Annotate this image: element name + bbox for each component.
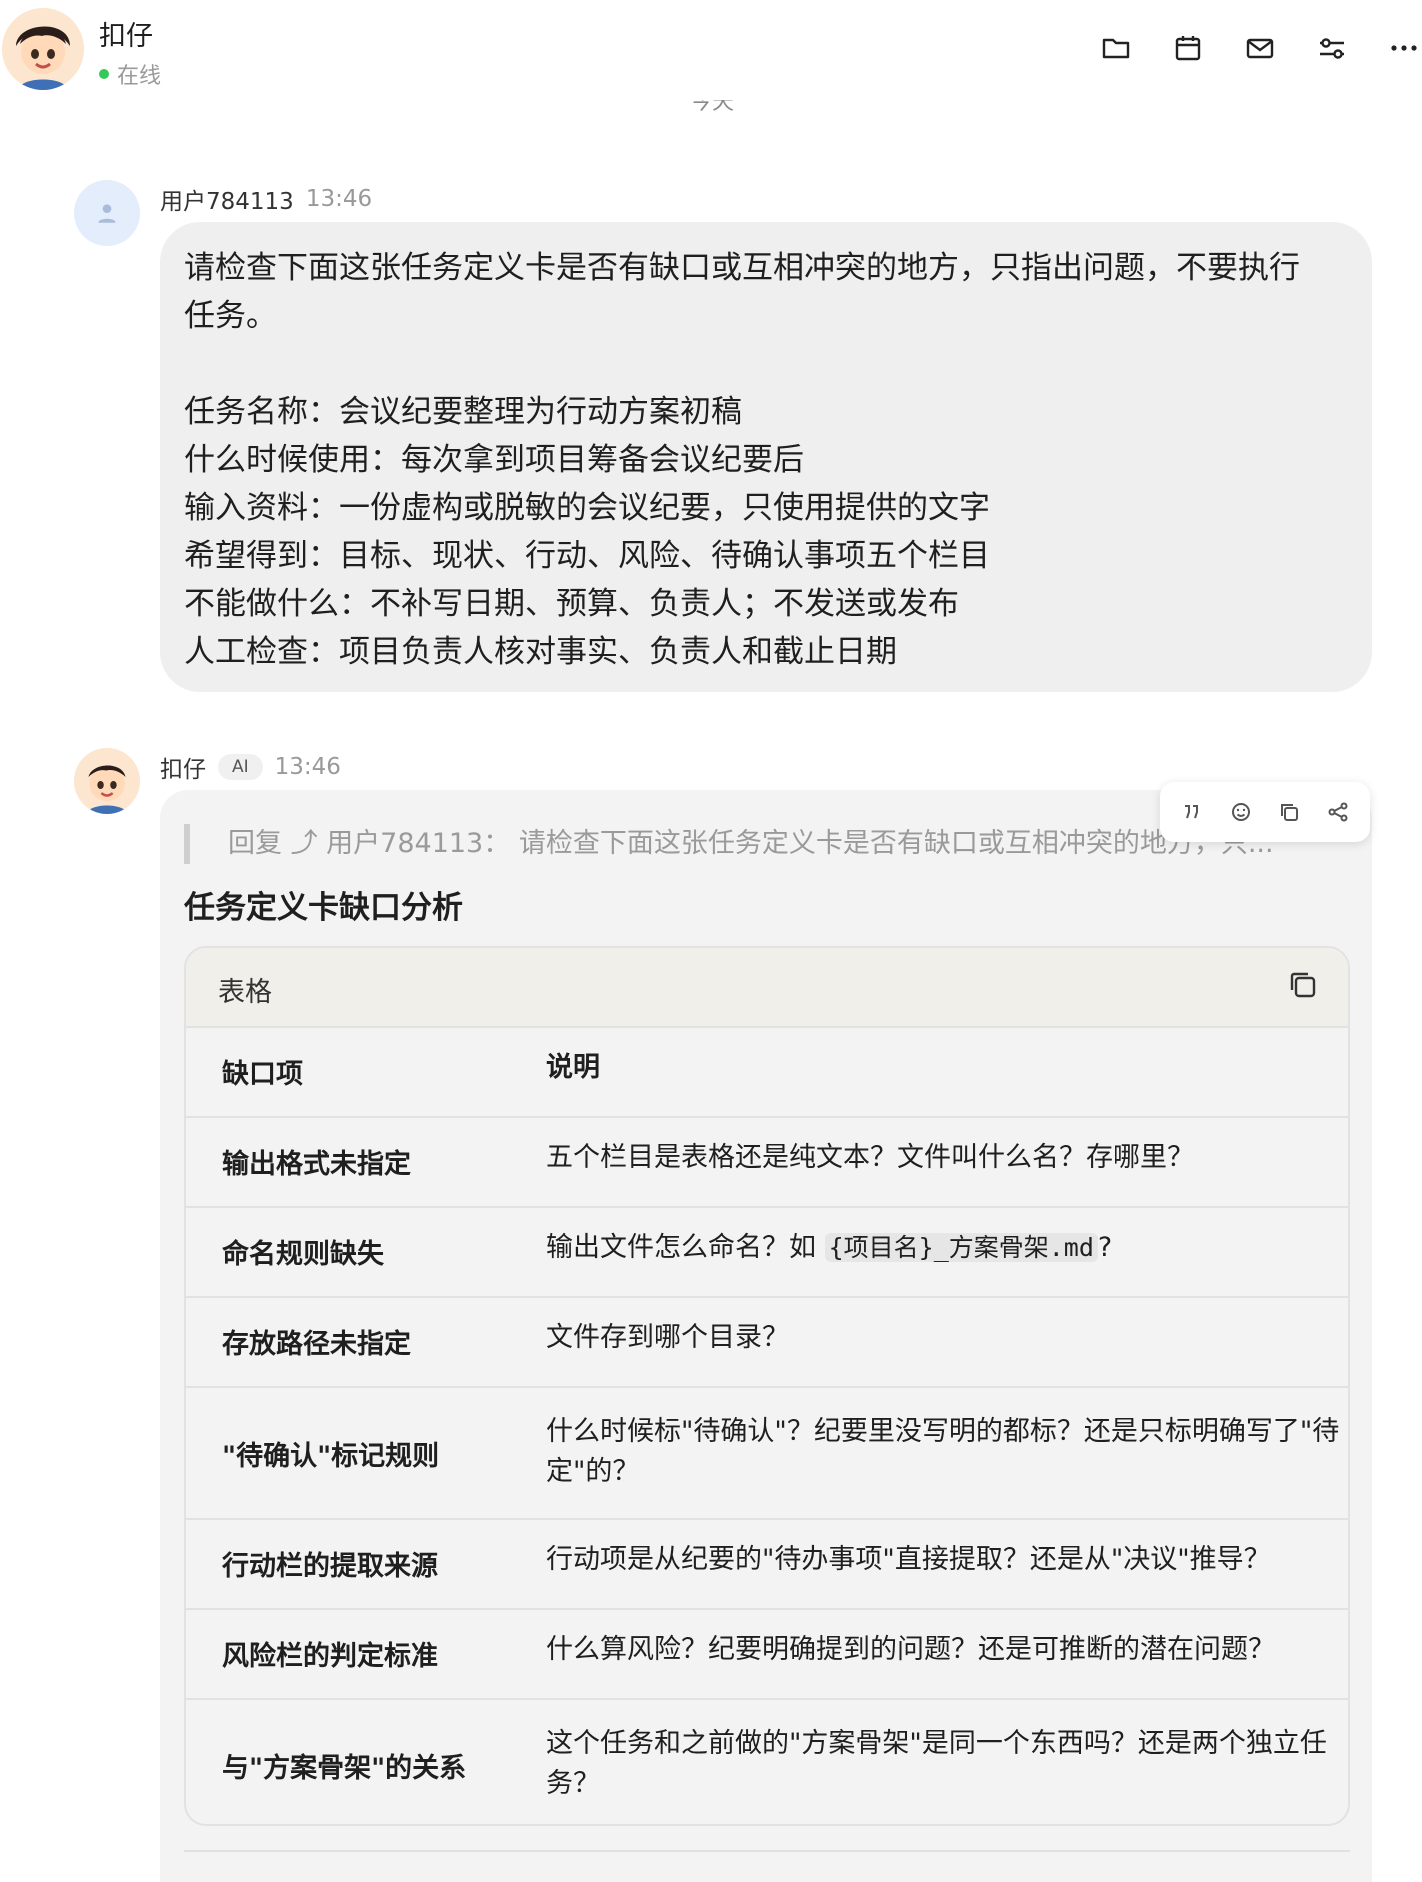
gap-description: 这个任务和之前做的"方案骨架"是同一个东西吗？还是两个独立任务？ (546, 1728, 1327, 1799)
table-header-row: 缺口项 说明 (186, 1028, 1348, 1118)
desc-text: ? (1097, 1232, 1113, 1263)
gap-item: 风险栏的判定标准 (222, 1641, 438, 1672)
gap-item: 行动栏的提取来源 (222, 1551, 438, 1582)
gap-item: 存放路径未指定 (222, 1329, 411, 1360)
share-icon (1328, 802, 1348, 822)
user-message-meta: 用户784113 13:46 (160, 182, 372, 216)
table-row: 输出格式未指定 五个栏目是表格还是纯文本？文件叫什么名？存哪里？ (186, 1118, 1348, 1208)
message-gap (184, 340, 1348, 388)
gap-item: 与"方案骨架"的关系 (222, 1753, 467, 1784)
divider (184, 1850, 1350, 1852)
mail-button[interactable] (1242, 30, 1278, 66)
table-row: 与"方案骨架"的关系 这个任务和之前做的"方案骨架"是同一个东西吗？还是两个独立… (186, 1700, 1348, 1824)
gap-table: 表格 缺口项 说明 输出格式未指定 五个栏目是表格还是纯文本？文件叫什么名？存哪… (184, 946, 1350, 1826)
table-row: 命名规则缺失 输出文件怎么命名？如 {项目名}_方案骨架.md? (186, 1208, 1348, 1298)
table-header-bar: 表格 (186, 948, 1348, 1028)
message-line: 不能做什么：不补写日期、预算、负责人；不发送或发布 (184, 586, 959, 622)
settings-button[interactable] (1314, 30, 1350, 66)
message-line: 任务名称：会议纪要整理为行动方案初稿 (184, 394, 742, 430)
share-button[interactable] (1322, 796, 1354, 828)
message-line: 人工检查：项目负责人核对事实、负责人和截止日期 (184, 634, 897, 670)
gap-item: "待确认"标记规则 (222, 1441, 440, 1472)
quote-button[interactable] (1176, 796, 1208, 828)
settings-icon (1320, 38, 1344, 59)
message-actions (1160, 782, 1370, 842)
gap-description: 输出文件怎么命名？如 {项目名}_方案骨架.md? (546, 1228, 1348, 1268)
column-header: 说明 (546, 1052, 600, 1083)
message-line: 希望得到：目标、现状、行动、风险、待确认事项五个栏目 (184, 538, 990, 574)
agent-avatar[interactable] (2, 8, 84, 90)
message-line: 什么时候使用：每次拿到项目筹备会议纪要后 (184, 442, 804, 478)
online-dot (99, 69, 109, 79)
column-header: 缺口项 (222, 1059, 303, 1090)
react-button[interactable] (1225, 796, 1257, 828)
ai-message-card: 回复 ⤴ 用户784113： 请检查下面这张任务定义卡是否有缺口或互相冲突的地方… (160, 790, 1372, 1882)
calendar-button[interactable] (1170, 30, 1206, 66)
gap-description: 什么时候标"待确认"？纪要里没写明的都标？还是只标明确写了"待定"的？ (546, 1416, 1340, 1487)
status-indicator: 在线 (99, 58, 161, 90)
agent-name: 扣仔 (99, 21, 153, 52)
mail-icon (1246, 38, 1274, 59)
copy-icon (1281, 804, 1299, 821)
status-text: 在线 (117, 64, 162, 89)
user-message-bubble: 请检查下面这张任务定义卡是否有缺口或互相冲突的地方，只指出问题，不要执行 任务。… (160, 222, 1372, 692)
quote-icon (1185, 805, 1199, 819)
more-button[interactable] (1386, 30, 1422, 66)
user-message-time: 13:46 (305, 186, 373, 212)
person-icon (98, 204, 116, 223)
folder-icon (1102, 38, 1130, 59)
gap-description: 文件存到哪个目录？ (546, 1322, 789, 1353)
message-line: 请检查下面这张任务定义卡是否有缺口或互相冲突的地方，只指出问题，不要执行 (184, 250, 1300, 286)
gap-description: 五个栏目是表格还是纯文本？文件叫什么名？存哪里？ (546, 1142, 1194, 1173)
table-label: 表格 (218, 977, 272, 1008)
reply-quote[interactable]: 回复 ⤴ 用户784113： 请检查下面这张任务定义卡是否有缺口或互相冲突的地方… (184, 824, 1298, 864)
gap-description: 行动项是从纪要的"待办事项"直接提取？还是从"决议"推导？ (546, 1544, 1271, 1575)
message-line: 任务。 (184, 298, 277, 334)
inline-code: {项目名}_方案骨架.md (824, 1233, 1098, 1262)
user-sender-name: 用户784113 (160, 189, 294, 215)
ai-sender-name: 扣仔 (160, 757, 206, 783)
ai-message-time: 13:46 (274, 754, 341, 780)
emoji-icon (1231, 803, 1250, 821)
table-row: "待确认"标记规则 什么时候标"待确认"？纪要里没写明的都标？还是只标明确写了"… (186, 1388, 1348, 1520)
ai-badge: AI (218, 754, 263, 780)
message-line: 输入资料：一份虚构或脱敏的会议纪要，只使用提供的文字 (184, 490, 990, 526)
ai-message-meta: 扣仔 AI 13:46 (160, 750, 341, 784)
day-divider: 今天 (690, 100, 735, 115)
ai-avatar[interactable] (74, 748, 140, 814)
gap-description: 什么算风险？纪要明确提到的问题？还是可推断的潜在问题？ (546, 1634, 1275, 1665)
more-icon (1391, 45, 1417, 51)
calendar-icon (1175, 36, 1201, 61)
table-row: 行动栏的提取来源 行动项是从纪要的"待办事项"直接提取？还是从"决议"推导？ (186, 1520, 1348, 1610)
copy-table-icon[interactable] (1286, 968, 1320, 1002)
copy-message-button[interactable] (1273, 796, 1305, 828)
gap-item: 命名规则缺失 (222, 1239, 384, 1270)
header-toolbar (1062, 30, 1422, 66)
table-row: 存放路径未指定 文件存到哪个目录？ (186, 1298, 1348, 1388)
table-row: 风险栏的判定标准 什么算风险？纪要明确提到的问题？还是可推断的潜在问题？ (186, 1610, 1348, 1700)
desc-text: 输出文件怎么命名？如 (546, 1232, 825, 1263)
chat-header: 扣仔 在线 (0, 0, 1422, 100)
ai-message-title: 任务定义卡缺口分析 (184, 890, 463, 926)
files-button[interactable] (1098, 30, 1134, 66)
gap-item: 输出格式未指定 (222, 1149, 411, 1180)
user-avatar[interactable] (74, 180, 140, 246)
